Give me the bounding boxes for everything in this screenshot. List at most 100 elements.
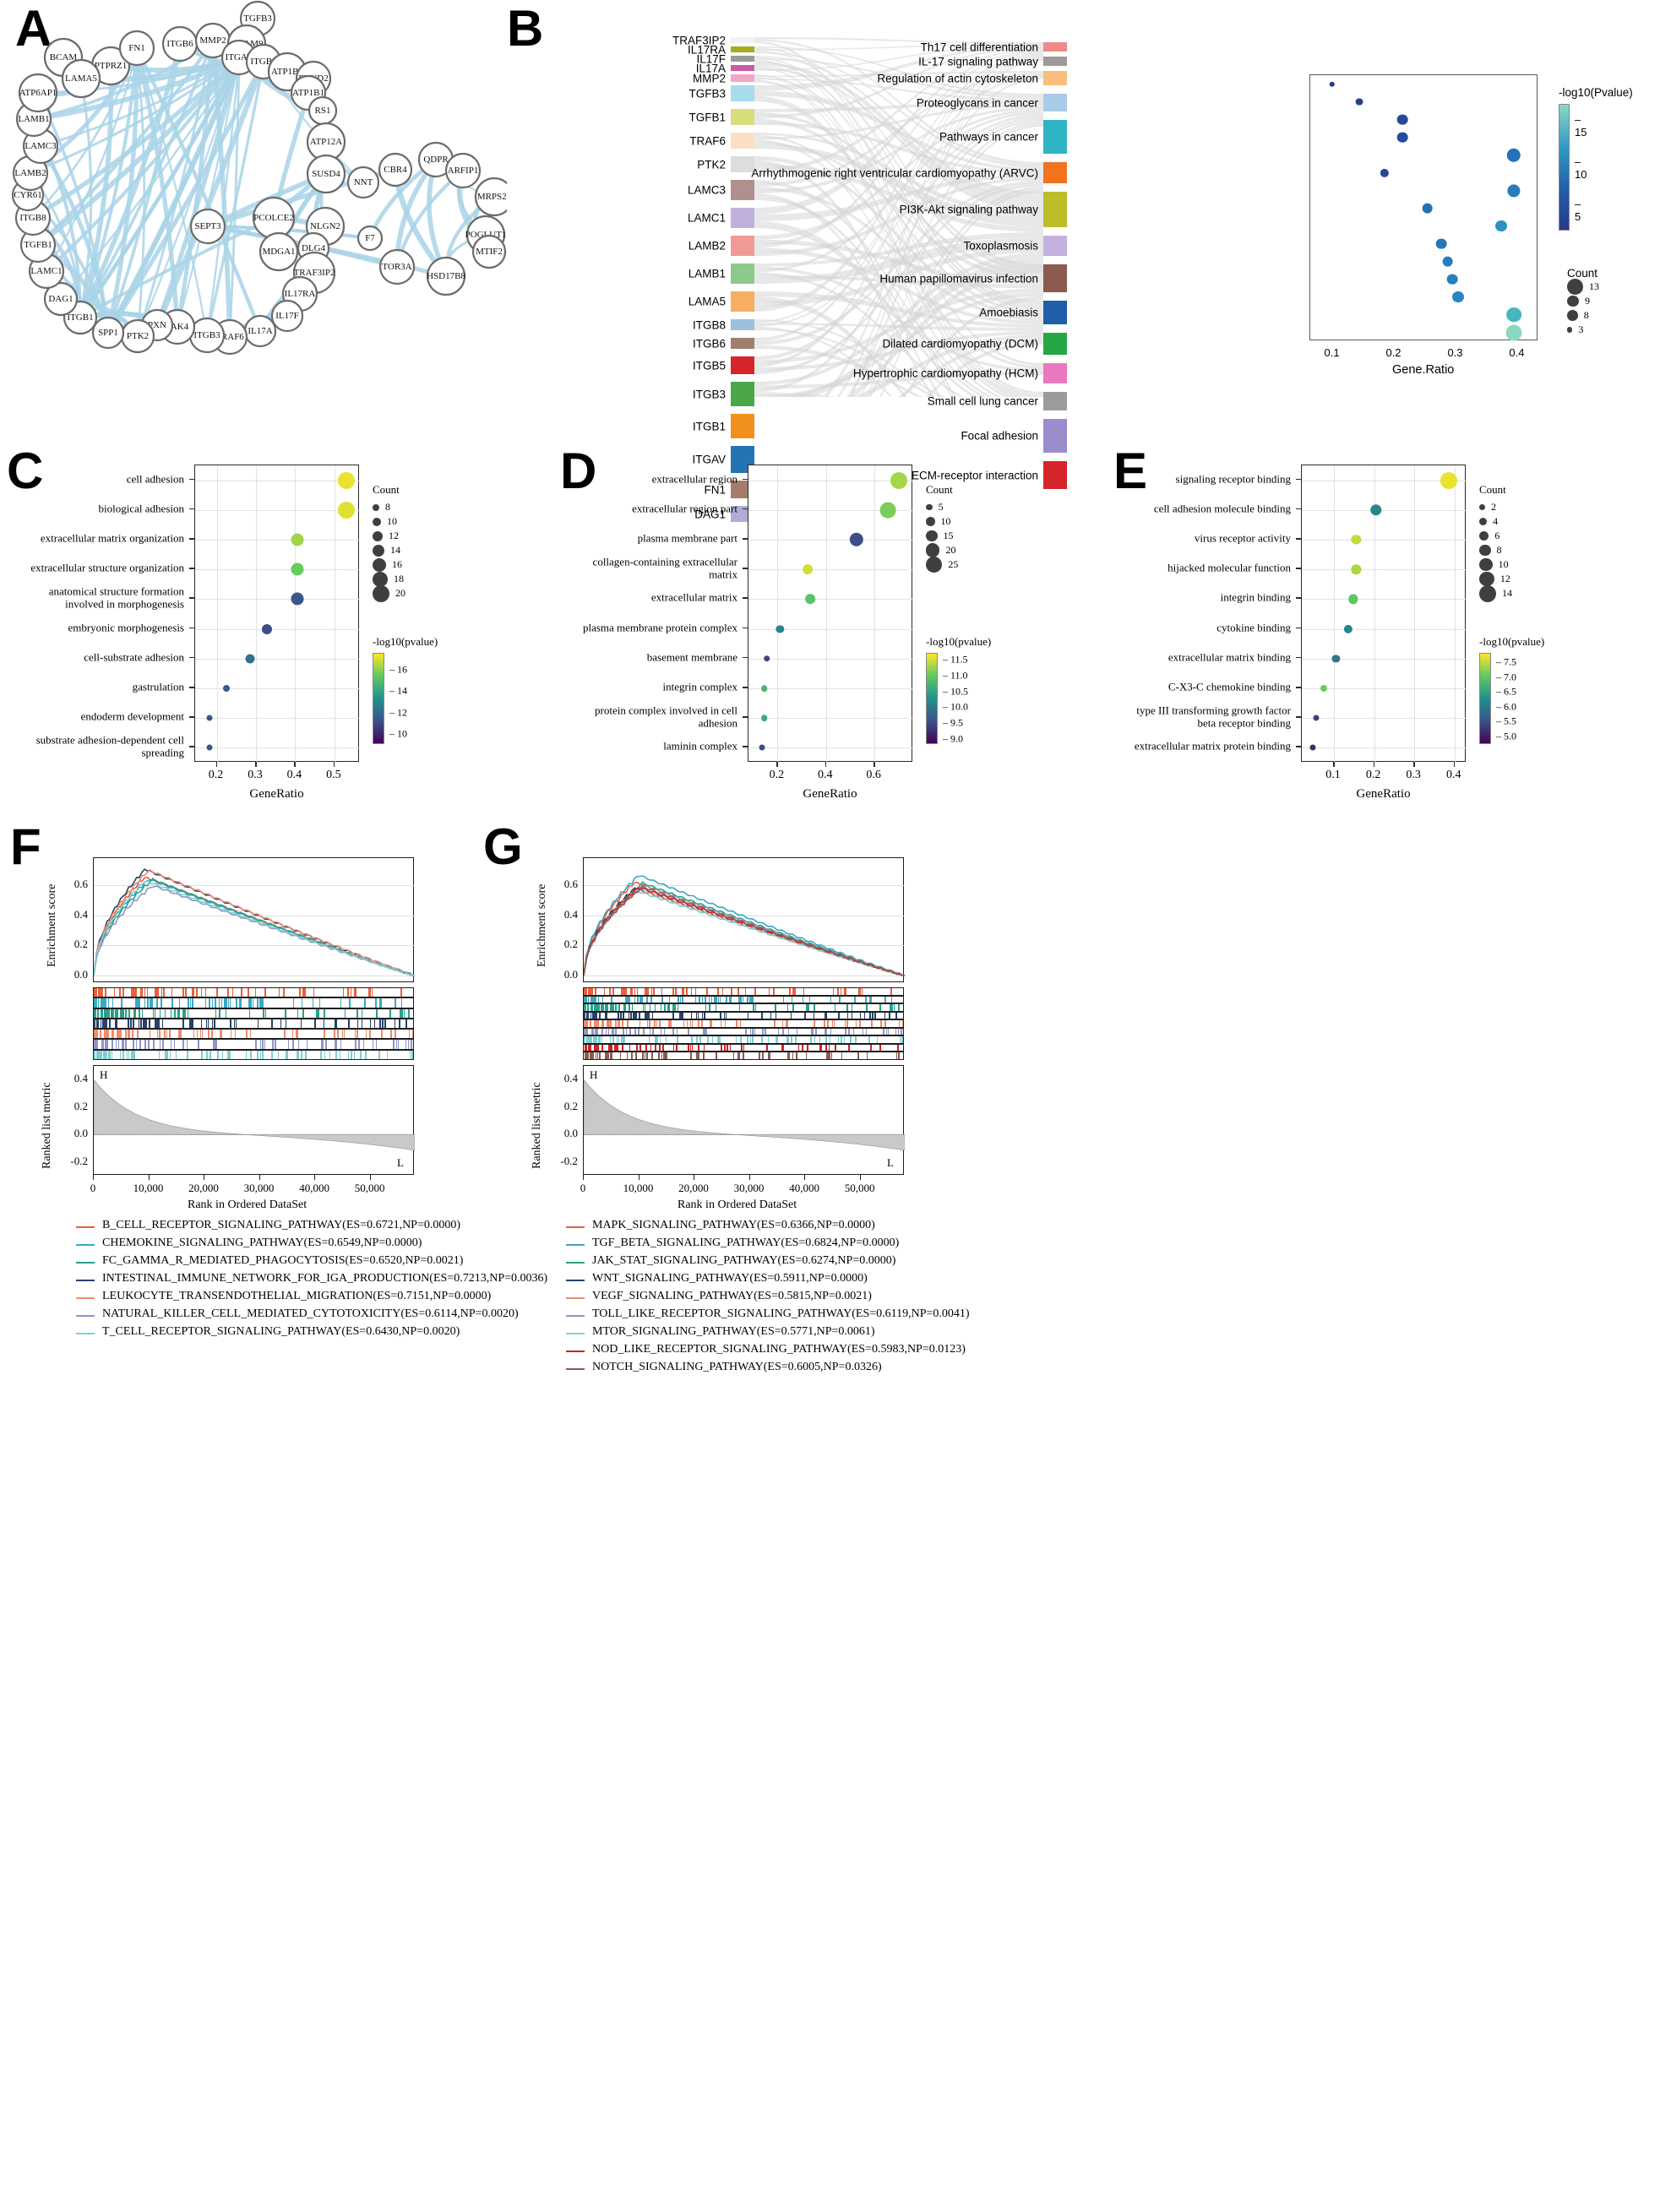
go-point[interactable]: [1352, 565, 1361, 574]
x-tick-mark: [1413, 762, 1415, 767]
network-node[interactable]: HSD17B8: [427, 258, 465, 295]
sankey-pathway-node[interactable]: [1043, 94, 1067, 111]
hit-tick: [792, 997, 793, 1004]
network-node[interactable]: PCOLCE2: [253, 198, 294, 238]
go-point[interactable]: [1352, 535, 1361, 544]
network-node[interactable]: NNT: [348, 167, 378, 198]
gsea-legend-row[interactable]: TGF_BETA_SIGNALING_PATHWAY(ES=0.6824,NP=…: [566, 1236, 970, 1250]
network-node[interactable]: RS1: [309, 97, 336, 124]
hit-tick: [672, 1004, 674, 1012]
network-node[interactable]: MTIF2: [473, 236, 505, 268]
dotplot-point[interactable]: [1446, 274, 1457, 285]
gsea-legend-row[interactable]: NOTCH_SIGNALING_PATHWAY(ES=0.6005,NP=0.0…: [566, 1361, 970, 1374]
go-point[interactable]: [223, 685, 230, 692]
dotplot-point[interactable]: [1380, 168, 1388, 177]
go-point[interactable]: [1332, 655, 1340, 662]
go-point[interactable]: [291, 593, 303, 606]
sankey-pathway-node[interactable]: [1043, 192, 1067, 227]
sankey-pathway-node[interactable]: [1043, 392, 1067, 410]
gsea-legend-row[interactable]: MTOR_SIGNALING_PATHWAY(ES=0.5771,NP=0.00…: [566, 1325, 970, 1339]
gsea-legend-row[interactable]: WNT_SIGNALING_PATHWAY(ES=0.5911,NP=0.000…: [566, 1272, 970, 1285]
go-point[interactable]: [1320, 685, 1327, 692]
sankey-pathway-node[interactable]: [1043, 264, 1067, 292]
network-node[interactable]: SEPT3: [191, 209, 225, 243]
go-point[interactable]: [879, 502, 895, 518]
gsea-legend-row[interactable]: MAPK_SIGNALING_PATHWAY(ES=0.6366,NP=0.00…: [566, 1219, 970, 1232]
dotplot-point[interactable]: [1436, 238, 1447, 249]
go-point[interactable]: [1313, 715, 1319, 721]
gsea-legend-row[interactable]: JAK_STAT_SIGNALING_PATHWAY(ES=0.6274,NP=…: [566, 1254, 970, 1268]
network-node[interactable]: TOR3A: [380, 250, 414, 284]
sankey-pathway-node[interactable]: [1043, 71, 1067, 85]
dotplot-point[interactable]: [1452, 291, 1464, 303]
network-node[interactable]: SUSD4: [308, 155, 345, 193]
dotplot-point[interactable]: [1329, 81, 1334, 86]
gsea-legend-row[interactable]: VEGF_SIGNALING_PATHWAY(ES=0.5815,NP=0.00…: [566, 1290, 970, 1303]
go-point[interactable]: [890, 472, 907, 489]
dotplot-point[interactable]: [1442, 256, 1453, 267]
hit-tick: [182, 988, 184, 997]
legend-color-line: [566, 1244, 585, 1246]
network-node[interactable]: LAMA5: [63, 60, 100, 97]
dotplot-point[interactable]: [1397, 114, 1408, 125]
go-point[interactable]: [849, 533, 863, 546]
network-node[interactable]: SPP1: [93, 318, 123, 348]
go-point[interactable]: [1310, 745, 1316, 751]
go-point[interactable]: [338, 502, 355, 519]
go-point[interactable]: [1440, 472, 1457, 489]
go-point[interactable]: [1344, 624, 1352, 633]
go-point[interactable]: [207, 745, 213, 751]
network-node[interactable]: PTK2: [122, 320, 154, 352]
sankey-gene-node[interactable]: [731, 109, 754, 125]
x-tick-mark: [334, 762, 335, 767]
go-point[interactable]: [776, 625, 784, 633]
go-point[interactable]: [262, 624, 272, 634]
network-node[interactable]: CBR4: [379, 154, 411, 186]
network-node[interactable]: ARFIP1: [446, 154, 480, 188]
network-node[interactable]: MDGA1: [260, 233, 297, 270]
hit-tick: [623, 1004, 625, 1012]
go-point[interactable]: [291, 563, 303, 576]
network-node[interactable]: ATP6AP1: [19, 74, 57, 111]
network-node[interactable]: IL17A: [245, 316, 275, 346]
network-node[interactable]: IL17F: [272, 301, 302, 331]
dotplot-point[interactable]: [1507, 184, 1520, 197]
go-point[interactable]: [338, 472, 355, 489]
go-point[interactable]: [1348, 595, 1358, 604]
sankey-pathway-node[interactable]: [1043, 162, 1067, 183]
network-node[interactable]: FN1: [120, 31, 154, 65]
go-point[interactable]: [207, 715, 213, 721]
sankey-pathway-node[interactable]: [1043, 57, 1067, 66]
go-point[interactable]: [764, 655, 770, 662]
go-point[interactable]: [805, 595, 815, 605]
dotplot-point[interactable]: [1397, 132, 1408, 143]
sankey-gene-node[interactable]: [731, 319, 754, 330]
dotplot-point[interactable]: [1507, 148, 1521, 161]
go-point[interactable]: [761, 685, 768, 692]
color-legend-bar: – 10– 12– 14– 16: [373, 653, 384, 744]
go-point[interactable]: [761, 715, 768, 721]
gsea-legend-row[interactable]: NOD_LIKE_RECEPTOR_SIGNALING_PATHWAY(ES=0…: [566, 1343, 970, 1356]
grid-line: [748, 540, 913, 541]
sankey-pathway-node[interactable]: [1043, 301, 1067, 324]
network-node[interactable]: ITGB3: [190, 318, 224, 352]
go-point[interactable]: [246, 654, 255, 663]
sankey-gene-node[interactable]: [731, 180, 754, 200]
go-point[interactable]: [291, 534, 303, 546]
sankey-pathway-node[interactable]: [1043, 42, 1067, 52]
sankey-pathway-node[interactable]: [1043, 120, 1067, 154]
network-node[interactable]: F7: [358, 226, 382, 250]
sankey-pathway-node[interactable]: [1043, 363, 1067, 383]
go-point[interactable]: [803, 564, 813, 574]
dotplot-point[interactable]: [1506, 307, 1521, 323]
go-point[interactable]: [759, 745, 765, 751]
network-node[interactable]: ITGB6: [163, 27, 197, 61]
sankey-pathway-node[interactable]: [1043, 333, 1067, 355]
dotplot-point[interactable]: [1356, 98, 1363, 106]
dotplot-point[interactable]: [1422, 203, 1433, 214]
dotplot-point[interactable]: [1495, 220, 1507, 232]
gsea-legend-row[interactable]: TOLL_LIKE_RECEPTOR_SIGNALING_PATHWAY(ES=…: [566, 1307, 970, 1321]
dotplot-point[interactable]: [1505, 324, 1521, 340]
sankey-pathway-node[interactable]: [1043, 236, 1067, 256]
go-point[interactable]: [1370, 504, 1382, 516]
